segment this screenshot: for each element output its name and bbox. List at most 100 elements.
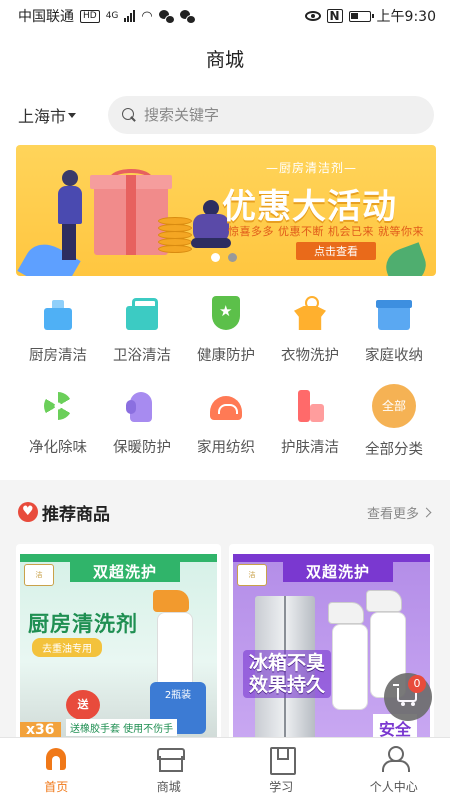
category-label: 保暖防护 <box>113 440 171 456</box>
tab-profile[interactable]: 个人中心 <box>338 738 450 800</box>
city-label: 上海市 <box>18 107 67 126</box>
product-footer-text: 送橡胶手套 使用不伤手 <box>66 719 178 736</box>
product-title: 厨房清洗剂 <box>28 612 138 636</box>
gift-box-illustration <box>90 175 172 255</box>
view-more-link[interactable]: 查看更多 <box>366 503 432 522</box>
home-icon <box>42 746 70 772</box>
shop-icon <box>155 746 185 772</box>
nfc-icon: N <box>326 9 343 23</box>
search-input[interactable] <box>144 106 344 124</box>
banner-cta-button[interactable]: 点击查看 <box>296 242 376 260</box>
tab-label: 首页 <box>44 780 69 794</box>
search-icon <box>122 108 136 122</box>
blanket-icon <box>206 386 246 426</box>
recommend-title: 推荐商品 <box>18 500 110 525</box>
product-subtitle: 去重油专用 <box>32 638 102 657</box>
category-purify[interactable]: 净化除味 <box>16 382 100 474</box>
product-ribbon: 双超洗护 <box>70 562 180 582</box>
view-more-label: 查看更多 <box>366 506 419 522</box>
tab-label: 个人中心 <box>369 780 418 794</box>
category-textile[interactable]: 家用纺织 <box>184 382 268 474</box>
all-icon-text: 全部 <box>381 399 406 413</box>
city-selector[interactable]: 上海市 <box>18 103 108 127</box>
recommend-title-text: 推荐商品 <box>42 504 110 525</box>
status-bar: 中国联通 HD 4G ◠ N 上午9:30 <box>0 0 450 32</box>
category-label: 健康防护 <box>197 348 255 364</box>
product-card[interactable]: 洁 双超洗护 厨房清洗剂 去重油专用 送 2瓶装 x36 送橡胶手套 使用不伤手 <box>16 544 221 744</box>
eye-icon <box>304 11 321 21</box>
network-type: 4G <box>105 11 119 21</box>
product-title-line1: 冰箱不臭 <box>249 652 326 674</box>
hd-indicator: HD <box>80 9 100 23</box>
tab-label: 商城 <box>156 780 181 794</box>
search-box[interactable] <box>108 96 434 134</box>
category-label: 卫浴清洁 <box>113 348 171 364</box>
cart-count-badge: 0 <box>408 675 426 693</box>
clothes-icon <box>290 294 330 334</box>
wechat-icon <box>158 10 175 24</box>
page-title: 商城 <box>205 48 244 71</box>
category-bathroom[interactable]: 卫浴清洁 <box>100 290 184 382</box>
book-icon <box>267 746 297 775</box>
tab-learn[interactable]: 学习 <box>225 738 338 800</box>
category-label: 护肤清洁 <box>281 440 339 456</box>
person-illustration <box>56 170 86 260</box>
storage-box-icon <box>374 294 414 334</box>
banner-headline: 优惠大活动 <box>222 187 397 227</box>
all-categories-icon: 全部 <box>372 384 416 428</box>
category-label: 衣物洗护 <box>281 348 339 364</box>
skincare-icon <box>290 386 330 426</box>
tab-shop[interactable]: 商城 <box>113 738 226 800</box>
category-health[interactable]: 健康防护 <box>184 290 268 382</box>
category-warmth[interactable]: 保暖防护 <box>100 382 184 474</box>
banner-tagline: 惊喜多多 优惠不断 机会已来 就等你来 <box>228 225 424 238</box>
user-icon <box>380 746 410 772</box>
brand-logo: 洁 <box>237 564 267 586</box>
carousel-dot[interactable] <box>228 253 237 262</box>
product-image: 洁 双超洗护 厨房清洗剂 去重油专用 送 2瓶装 x36 送橡胶手套 使用不伤手 <box>20 554 217 744</box>
count-tag: x36 <box>20 722 61 738</box>
shield-icon <box>206 294 246 334</box>
category-storage[interactable]: 家庭收纳 <box>352 290 436 382</box>
category-clothes[interactable]: 衣物洗护 <box>268 290 352 382</box>
product-title-line2: 效果持久 <box>249 674 326 696</box>
category-label: 家庭收纳 <box>365 348 423 364</box>
battery-icon <box>348 10 374 22</box>
category-all[interactable]: 全部 全部分类 <box>352 382 436 474</box>
tab-home[interactable]: 首页 <box>0 738 113 800</box>
recommend-header: 推荐商品 查看更多 <box>0 494 450 530</box>
search-row: 上海市 <box>0 84 450 146</box>
carrier-name: 中国联通 <box>18 9 74 25</box>
brand-logo: 洁 <box>24 564 54 586</box>
category-skincare[interactable]: 护肤清洁 <box>268 382 352 474</box>
category-grid: 厨房清洁 卫浴清洁 健康防护 衣物洗护 家庭收纳 净化除味 保暖防护 家用纺织 … <box>16 290 436 470</box>
chevron-right-icon <box>421 507 432 517</box>
signal-icon <box>124 10 136 22</box>
title-bar: 商城 <box>0 32 450 84</box>
banner-subtitle: —厨房清洁剂— <box>266 161 358 175</box>
carousel-dot-active[interactable] <box>211 253 220 262</box>
product-ribbon: 双超洗护 <box>283 562 393 582</box>
tab-label: 学习 <box>269 780 294 794</box>
bottom-tab-bar: 首页 商城 学习 个人中心 <box>0 737 450 800</box>
category-label: 全部分类 <box>365 442 423 458</box>
wifi-icon: ◠ <box>141 8 153 24</box>
caret-down-icon <box>68 112 77 118</box>
promo-banner[interactable]: —厨房清洁剂— 优惠大活动 惊喜多多 优惠不断 机会已来 就等你来 点击查看 <box>16 145 436 276</box>
carousel-dots <box>211 253 237 262</box>
category-label: 净化除味 <box>29 440 87 456</box>
glove-icon <box>122 386 162 426</box>
status-left: 中国联通 HD 4G ◠ <box>18 6 196 26</box>
clock: 上午9:30 <box>376 9 436 25</box>
fan-icon <box>38 386 78 426</box>
kitchen-icon <box>38 294 78 334</box>
leaf-decoration <box>381 242 431 276</box>
bathroom-icon <box>122 294 162 334</box>
category-label: 家用纺织 <box>197 440 255 456</box>
wechat-icon <box>179 10 196 24</box>
gift-tag: 送 <box>66 690 100 720</box>
heart-icon <box>18 502 38 522</box>
status-right: N 上午9:30 <box>304 6 436 26</box>
category-label: 厨房清洁 <box>29 348 87 364</box>
category-kitchen[interactable]: 厨房清洁 <box>16 290 100 382</box>
